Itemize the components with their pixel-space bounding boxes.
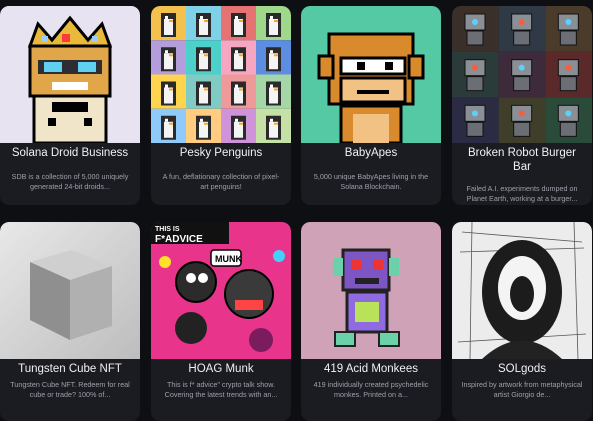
collection-title[interactable]: Broken Robot Burger Bar	[458, 146, 586, 174]
collection-title[interactable]: HOAG Munk	[157, 362, 285, 376]
robot-tile	[545, 97, 592, 143]
collection-card-broken-robot-burger-bar[interactable]: Broken Robot Burger Bar Failed A.I. expe…	[452, 6, 592, 205]
cover-text-2: F*ADVICE	[155, 234, 203, 245]
collection-card-tungsten-cube-nft[interactable]: Tungsten Cube NFT Tungsten Cube NFT. Red…	[0, 222, 140, 421]
penguin-tile	[186, 40, 221, 75]
penguin-tile	[221, 6, 256, 41]
penguin-tile	[151, 108, 186, 143]
robot-tile	[452, 51, 499, 98]
collection-image	[301, 222, 441, 359]
collection-title[interactable]: Pesky Penguins	[157, 146, 285, 160]
robot-tile	[545, 6, 592, 52]
collection-image	[301, 6, 441, 143]
collection-description: 5,000 unique BabyApes living in the Sola…	[313, 172, 429, 191]
penguin-tile	[186, 6, 221, 41]
robot-tile	[452, 6, 499, 52]
collection-title[interactable]: 419 Acid Monkees	[307, 362, 435, 376]
collection-image	[0, 6, 140, 143]
collection-card-solana-droid-business[interactable]: Solana Droid Business SDB is a collectio…	[0, 6, 140, 205]
robot-tile	[498, 51, 546, 98]
collection-description: This is f* advice" crypto talk show. Cov…	[164, 380, 278, 399]
penguin-tile	[151, 74, 186, 109]
collection-card-pesky-penguins[interactable]: Pesky Penguins A fun, deflationary colle…	[151, 6, 291, 205]
collection-image: THIS IS F*ADVICE MUNK	[151, 222, 291, 359]
penguin-tile	[256, 108, 291, 143]
collection-image	[452, 222, 592, 359]
penguin-tile	[186, 74, 221, 109]
penguin-tile	[186, 108, 221, 143]
collection-card-hoag-munk[interactable]: THIS IS F*ADVICE MUNK HOAG Munk This is …	[151, 222, 291, 421]
robot-tile	[545, 51, 592, 98]
penguin-tile	[151, 6, 186, 41]
collection-title[interactable]: SOLgods	[458, 362, 586, 376]
robot-tile	[498, 6, 546, 52]
collection-title[interactable]: BabyApes	[307, 146, 435, 160]
speech-bubble-text: MUNK	[215, 254, 242, 264]
penguin-tile	[256, 6, 291, 41]
penguin-tile	[256, 74, 291, 109]
collection-description: Inspired by artwork from metaphysical ar…	[461, 380, 583, 399]
penguin-tile	[221, 40, 256, 75]
robot-tile	[452, 97, 499, 143]
collection-description: A fun, deflationary collection of pixel-…	[162, 172, 280, 191]
collection-title[interactable]: Solana Droid Business	[6, 146, 134, 160]
cover-text: THIS IS	[155, 226, 180, 233]
collection-image	[452, 6, 592, 143]
collection-description: 419 individually created psychedelic mon…	[313, 380, 429, 399]
penguin-tile	[221, 108, 256, 143]
penguin-tile	[221, 74, 256, 109]
collection-description: Tungsten Cube NFT. Redeem for real cube …	[10, 380, 130, 399]
collection-title[interactable]: Tungsten Cube NFT	[6, 362, 134, 376]
penguin-tile	[256, 40, 291, 75]
collection-card-solgods[interactable]: SOLgods Inspired by artwork from metaphy…	[452, 222, 592, 421]
robot-tile	[498, 97, 546, 143]
collection-card-babyapes[interactable]: BabyApes 5,000 unique BabyApes living in…	[301, 6, 441, 205]
collection-card-419-acid-monkees[interactable]: 419 Acid Monkees 419 individually create…	[301, 222, 441, 421]
penguin-tile	[151, 40, 186, 75]
collection-description: Failed A.I. experiments dumped on Planet…	[466, 184, 578, 203]
collection-description: SDB is a collection of 5,000 uniquely ge…	[11, 172, 129, 191]
collection-image	[0, 222, 140, 359]
collection-image	[151, 6, 291, 143]
